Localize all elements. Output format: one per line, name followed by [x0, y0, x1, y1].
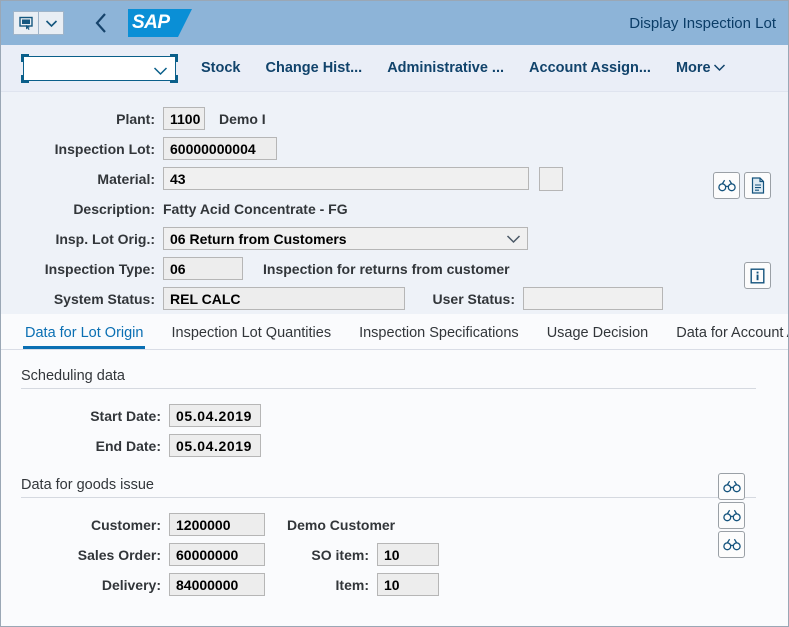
back-chevron-icon[interactable] — [90, 8, 112, 38]
plant-description: Demo I — [219, 111, 266, 127]
shell-header: SAP Display Inspection Lot — [1, 1, 788, 45]
tab-label: Data for Lot Origin — [25, 325, 143, 341]
sales-order-input[interactable]: 60000000 — [169, 543, 265, 566]
field-row-start-date: Start Date: 05.04.2019 — [1, 401, 788, 430]
field-row-insp-lot-origin: Insp. Lot Orig.: 06 Return from Customer… — [1, 224, 788, 253]
binoculars-icon[interactable] — [713, 172, 740, 199]
toolbar-item-label: Administrative ... — [387, 60, 504, 76]
page-title: Display Inspection Lot — [629, 15, 778, 32]
document-icon[interactable] — [744, 172, 771, 199]
tab-data-for-lot-origin[interactable]: Data for Lot Origin — [11, 325, 157, 349]
delivery-binoculars-icon[interactable] — [718, 531, 745, 558]
system-status-label: System Status: — [1, 291, 163, 307]
toolbar-item-more[interactable]: More — [676, 60, 726, 76]
insp-lot-origin-label: Insp. Lot Orig.: — [1, 231, 163, 247]
screen-cursor-icon[interactable] — [14, 12, 38, 34]
material-extra-button[interactable] — [539, 167, 563, 191]
toolbar-item-label: Change Hist... — [266, 60, 363, 76]
field-row-plant: Plant: 1100 Demo I — [1, 104, 788, 133]
end-date-input[interactable]: 05.04.2019 — [169, 434, 261, 457]
toolbar-item-label: More — [676, 60, 711, 76]
tab-label: Inspection Lot Quantities — [171, 325, 331, 341]
tab-data-for-account-assignment[interactable]: Data for Account A — [662, 325, 788, 349]
toolbar-item-change-history[interactable]: Change Hist... — [266, 60, 363, 76]
field-row-sales-order: Sales Order: 60000000 SO item: 10 — [1, 540, 788, 569]
field-row-description: Description: Fatty Acid Concentrate - FG — [1, 194, 788, 223]
customer-input[interactable]: 1200000 — [169, 513, 265, 536]
field-row-inspection-type: Inspection Type: 06 Inspection for retur… — [1, 254, 788, 283]
tab-label: Usage Decision — [547, 325, 649, 341]
goods-issue-section-title: Data for goods issue — [1, 477, 788, 493]
insp-lot-origin-value: 06 Return from Customers — [170, 231, 347, 247]
material-label: Material: — [1, 171, 163, 187]
sap-application-window: SAP Display Inspection Lot Stock Change … — [0, 0, 789, 627]
description-value: Fatty Acid Concentrate - FG — [163, 201, 348, 217]
field-row-delivery: Delivery: 84000000 Item: 10 — [1, 570, 788, 599]
item-label: Item: — [265, 577, 377, 593]
insp-lot-origin-chevron-down-icon — [506, 231, 521, 247]
field-row-end-date: End Date: 05.04.2019 — [1, 431, 788, 460]
customer-binoculars-icon[interactable] — [718, 473, 745, 500]
system-status-input[interactable]: REL CALC — [163, 287, 405, 310]
so-item-label: SO item: — [265, 547, 377, 563]
customer-description: Demo Customer — [287, 517, 395, 533]
more-chevron-down-icon — [713, 60, 726, 76]
tab-label: Inspection Specifications — [359, 325, 519, 341]
start-date-label: Start Date: — [1, 408, 169, 424]
inspection-type-description: Inspection for returns from customer — [263, 261, 510, 277]
session-button-group — [13, 11, 64, 35]
field-row-customer: Customer: 1200000 Demo Customer — [1, 510, 788, 539]
tab-bar: Data for Lot Origin Inspection Lot Quant… — [1, 314, 788, 350]
toolbar-item-label: Account Assign... — [529, 60, 651, 76]
user-status-input[interactable] — [523, 287, 663, 310]
plant-input[interactable]: 1100 — [163, 107, 205, 130]
header-icon-group — [713, 172, 771, 199]
delivery-input[interactable]: 84000000 — [169, 573, 265, 596]
inspection-type-label: Inspection Type: — [1, 261, 163, 277]
field-row-material: Material: 43 — [1, 164, 788, 193]
material-input[interactable]: 43 — [163, 167, 529, 190]
inspection-lot-header-form: Plant: 1100 Demo I Inspection Lot: 60000… — [1, 92, 788, 314]
user-status-label: User Status: — [405, 291, 523, 307]
info-button-wrapper — [744, 262, 771, 289]
sap-logo: SAP — [128, 9, 192, 37]
insp-lot-origin-select[interactable]: 06 Return from Customers — [163, 227, 528, 250]
toolbar-item-account-assignment[interactable]: Account Assign... — [529, 60, 651, 76]
inspection-type-input[interactable]: 06 — [163, 257, 243, 280]
tab-content-data-for-lot-origin: Scheduling data Start Date: 05.04.2019 E… — [1, 350, 788, 618]
item-input[interactable]: 10 — [377, 573, 439, 596]
plant-label: Plant: — [1, 111, 163, 127]
info-icon[interactable] — [744, 262, 771, 289]
session-dropdown-chevron-down-icon[interactable] — [38, 12, 63, 34]
inspection-lot-label: Inspection Lot: — [1, 141, 163, 157]
toolbar-item-stock[interactable]: Stock — [201, 60, 241, 76]
sales-order-binoculars-icon[interactable] — [718, 502, 745, 529]
toolbar-select[interactable] — [23, 56, 176, 81]
tab-inspection-lot-quantities[interactable]: Inspection Lot Quantities — [157, 325, 345, 349]
start-date-input[interactable]: 05.04.2019 — [169, 404, 261, 427]
inspection-lot-input[interactable]: 60000000004 — [163, 137, 277, 160]
scheduling-section-body: Start Date: 05.04.2019 End Date: 05.04.2… — [1, 389, 788, 460]
end-date-label: End Date: — [1, 438, 169, 454]
tab-usage-decision[interactable]: Usage Decision — [533, 325, 663, 349]
scheduling-section-title: Scheduling data — [1, 368, 788, 384]
so-item-input[interactable]: 10 — [377, 543, 439, 566]
sap-logo-text: SAP — [132, 12, 170, 34]
sales-order-label: Sales Order: — [1, 547, 169, 563]
field-row-inspection-lot: Inspection Lot: 60000000004 — [1, 134, 788, 163]
goods-issue-value-help-group — [718, 473, 745, 558]
tab-label: Data for Account A — [676, 325, 788, 341]
tab-inspection-specifications[interactable]: Inspection Specifications — [345, 325, 533, 349]
customer-label: Customer: — [1, 517, 169, 533]
description-label: Description: — [1, 201, 163, 217]
action-toolbar: Stock Change Hist... Administrative ... … — [1, 45, 788, 92]
goods-issue-section-body: Customer: 1200000 Demo Customer Sales Or… — [1, 498, 788, 599]
toolbar-select-chevron-down-icon — [153, 63, 168, 81]
toolbar-item-label: Stock — [201, 60, 241, 76]
field-row-system-status: System Status: REL CALC User Status: — [1, 284, 788, 313]
delivery-label: Delivery: — [1, 577, 169, 593]
toolbar-item-administrative[interactable]: Administrative ... — [387, 60, 504, 76]
